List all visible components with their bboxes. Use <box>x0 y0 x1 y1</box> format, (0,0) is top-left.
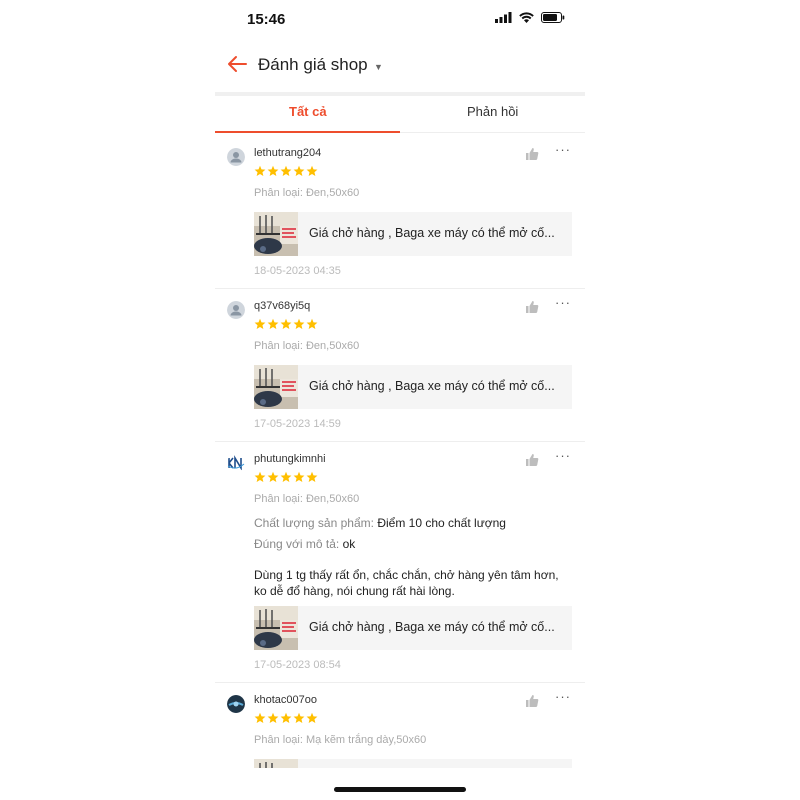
star-icon <box>280 712 292 723</box>
star-icon <box>267 165 279 176</box>
star-icon <box>293 471 305 482</box>
star-icon <box>254 318 266 329</box>
page-header: Đánh giá shop ▼ <box>215 40 585 90</box>
variant-label: Phân loại: Đen,50x60 <box>254 340 360 352</box>
like-icon[interactable] <box>525 300 539 314</box>
review-item: q37v68yi5q ··· Phân loại: Đen,50x60 Giá … <box>215 289 585 442</box>
review-item: khotac007oo ··· Phân loại: Mạ kẽm trắng … <box>215 683 585 768</box>
star-icon <box>280 165 292 176</box>
product-title: Giá chở hàng , Baga xe máy có thể mở cố.… <box>309 620 555 634</box>
rating-stars <box>254 712 318 724</box>
quality-value: Điểm 10 cho chất lượng <box>377 516 506 530</box>
status-time: 15:46 <box>247 11 286 28</box>
caret-down-icon[interactable]: ▼ <box>374 62 383 72</box>
signal-icon <box>495 12 512 23</box>
review-item: phutungkimnhi ··· Phân loại: Đen,50x60 C… <box>215 442 585 683</box>
review-item: lethutrang204 ··· Phân loại: Đen,50x60 G… <box>215 136 585 289</box>
star-icon <box>306 165 318 176</box>
star-icon <box>293 318 305 329</box>
match-value: ok <box>342 537 356 551</box>
product-card[interactable] <box>254 759 572 768</box>
product-card[interactable]: Giá chở hàng , Baga xe máy có thể mở cố.… <box>254 365 572 409</box>
more-options-icon[interactable]: ··· <box>555 142 571 157</box>
variant-label: Phân loại: Đen,50x60 <box>254 493 360 505</box>
star-icon <box>306 712 318 723</box>
like-icon[interactable] <box>525 694 539 708</box>
match-label: Đúng với mô tả: <box>254 537 340 551</box>
product-title: Giá chở hàng , Baga xe máy có thể mở cố.… <box>309 379 555 393</box>
wifi-icon <box>519 12 534 23</box>
match-description-line: Đúng với mô tả: ok <box>254 537 355 551</box>
avatar-icon <box>227 301 245 319</box>
page-title[interactable]: Đánh giá shop <box>258 55 368 75</box>
rating-stars <box>254 471 318 483</box>
variant-label: Phân loại: Đen,50x60 <box>254 187 360 199</box>
review-timestamp: 18-05-2023 04:35 <box>254 265 341 277</box>
rating-stars <box>254 318 318 330</box>
star-icon <box>254 165 266 176</box>
star-icon <box>267 471 279 482</box>
product-thumbnail <box>254 365 298 409</box>
reviewer-name[interactable]: khotac007oo <box>254 694 317 706</box>
star-icon <box>267 712 279 723</box>
star-icon <box>306 471 318 482</box>
tab-all[interactable]: Tất cả <box>289 104 327 119</box>
more-options-icon[interactable]: ··· <box>555 689 571 704</box>
star-icon <box>254 712 266 723</box>
star-icon <box>293 712 305 723</box>
product-thumbnail <box>254 212 298 256</box>
review-comment: Dùng 1 tg thấy rất ổn, chắc chắn, chở hà… <box>254 568 559 598</box>
quality-label: Chất lượng sản phẩm: <box>254 516 374 530</box>
product-title: Giá chở hàng , Baga xe máy có thể mở cố.… <box>309 226 555 240</box>
avatar-icon <box>227 148 245 166</box>
review-timestamp: 17-05-2023 08:54 <box>254 659 341 671</box>
star-icon <box>280 471 292 482</box>
product-thumbnail <box>254 606 298 650</box>
product-card[interactable]: Giá chở hàng , Baga xe máy có thể mở cố.… <box>254 212 572 256</box>
product-thumbnail <box>254 759 298 768</box>
review-tabs: Tất cả Phản hồi <box>215 92 585 133</box>
reviewer-name[interactable]: q37v68yi5q <box>254 300 310 312</box>
star-icon <box>254 471 266 482</box>
variant-label: Phân loại: Mạ kẽm trắng dày,50x60 <box>254 734 427 746</box>
star-icon <box>306 318 318 329</box>
star-icon <box>293 165 305 176</box>
back-arrow-icon[interactable] <box>225 52 249 76</box>
quality-line: Chất lượng sản phẩm: Điểm 10 cho chất lư… <box>254 516 506 530</box>
reviewer-name[interactable]: lethutrang204 <box>254 147 321 159</box>
home-indicator[interactable] <box>334 787 466 792</box>
active-tab-indicator <box>215 131 400 133</box>
tab-replies[interactable]: Phản hồi <box>467 104 518 119</box>
rating-stars <box>254 165 318 177</box>
reviewer-name[interactable]: phutungkimnhi <box>254 453 326 465</box>
review-timestamp: 17-05-2023 14:59 <box>254 418 341 430</box>
avatar-icon <box>227 695 245 713</box>
battery-icon <box>541 12 565 23</box>
like-icon[interactable] <box>525 147 539 161</box>
more-options-icon[interactable]: ··· <box>555 448 571 463</box>
avatar-icon <box>227 454 245 472</box>
star-icon <box>267 318 279 329</box>
like-icon[interactable] <box>525 453 539 467</box>
star-icon <box>280 318 292 329</box>
product-card[interactable]: Giá chở hàng , Baga xe máy có thể mở cố.… <box>254 606 572 650</box>
status-bar: 15:46 <box>215 0 585 40</box>
more-options-icon[interactable]: ··· <box>555 295 571 310</box>
status-icons <box>495 12 565 23</box>
